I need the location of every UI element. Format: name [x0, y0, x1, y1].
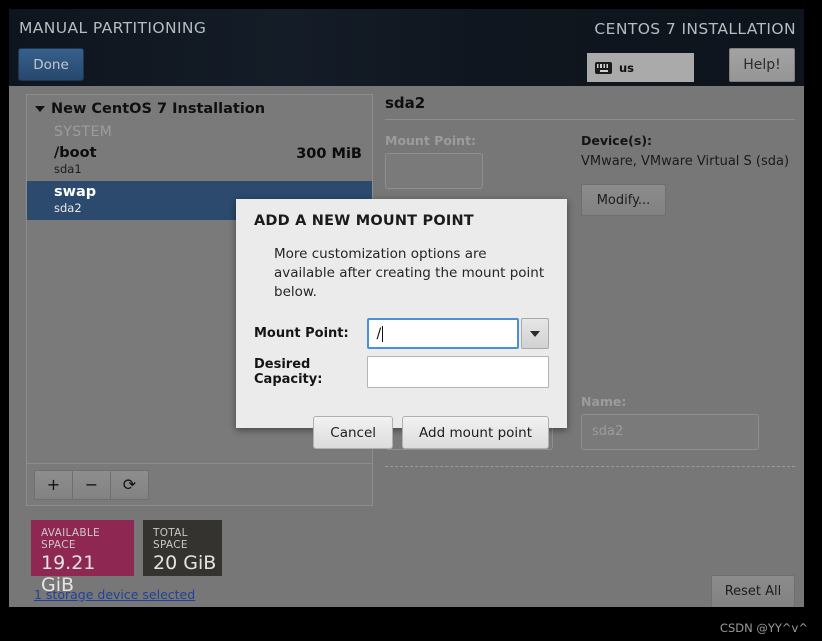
partition-toolbar: + − ⟳ — [26, 464, 373, 506]
mount-point-input-value: / — [376, 325, 382, 342]
keyboard-icon — [595, 61, 612, 74]
installer-window: MANUAL PARTITIONING CENTOS 7 INSTALLATIO… — [9, 9, 804, 607]
keyboard-layout-indicator[interactable]: us — [587, 53, 694, 82]
divider — [385, 466, 795, 467]
installer-title: CENTOS 7 INSTALLATION — [594, 20, 796, 38]
detail-mount-point-field[interactable] — [385, 153, 483, 189]
storage-device-link[interactable]: 1 storage device selected — [34, 587, 195, 602]
add-mount-point-dialog: ADD A NEW MOUNT POINT More customization… — [236, 199, 567, 449]
help-button[interactable]: Help! — [729, 48, 795, 82]
detail-title: sda2 — [385, 94, 426, 112]
cancel-button[interactable]: Cancel — [313, 416, 394, 449]
refresh-icon[interactable]: ⟳ — [110, 469, 149, 500]
dialog-capacity-label: Desired Capacity: — [254, 357, 323, 387]
partition-size: 300 MiB — [296, 146, 362, 162]
reset-all-button[interactable]: Reset All — [711, 575, 795, 607]
modify-button[interactable]: Modify... — [581, 184, 666, 216]
chevron-down-icon — [529, 330, 540, 337]
chevron-down-icon — [35, 106, 45, 112]
add-mount-point-button[interactable]: Add mount point — [402, 416, 549, 449]
detail-name-label: Name: — [581, 394, 627, 409]
total-space-box: TOTAL SPACE 20 GiB — [143, 520, 222, 576]
list-item[interactable]: /boot sda1 300 MiB — [27, 142, 372, 181]
partition-group-label: New CentOS 7 Installation — [51, 101, 266, 117]
available-space-caption: AVAILABLE SPACE — [41, 527, 100, 551]
storage-summary: AVAILABLE SPACE 19.21 GiB TOTAL SPACE 20… — [31, 520, 222, 596]
detail-mount-point-label: Mount Point: — [385, 133, 477, 148]
keyboard-layout-label: us — [619, 60, 635, 75]
divider — [385, 119, 795, 120]
partition-mountpoint: swap — [54, 184, 97, 200]
watermark: CSDN @YY^v^ — [719, 621, 808, 635]
dialog-title: ADD A NEW MOUNT POINT — [254, 213, 474, 229]
dialog-subtitle: More customization options are available… — [274, 246, 545, 300]
mount-point-dropdown-button[interactable] — [520, 318, 549, 349]
mount-point-input[interactable]: / — [367, 318, 519, 349]
total-space-caption: TOTAL SPACE — [153, 527, 188, 551]
text-caret — [382, 325, 384, 342]
total-space-value: 20 GiB — [153, 552, 217, 574]
remove-partition-button[interactable]: − — [72, 469, 111, 500]
available-space-box: AVAILABLE SPACE 19.21 GiB — [31, 520, 134, 596]
dialog-mount-point-label: Mount Point: — [254, 326, 349, 341]
detail-name-field[interactable]: sda2 — [581, 414, 759, 450]
done-button[interactable]: Done — [18, 48, 84, 81]
desired-capacity-input[interactable] — [367, 356, 549, 388]
page-title: MANUAL PARTITIONING — [19, 19, 207, 37]
partition-group-header[interactable]: New CentOS 7 Installation — [27, 95, 372, 122]
detail-devices-label: Device(s): — [581, 133, 653, 148]
add-partition-button[interactable]: + — [34, 469, 73, 500]
detail-devices-value: VMware, VMware Virtual S (sda) — [581, 154, 790, 169]
app-header: MANUAL PARTITIONING CENTOS 7 INSTALLATIO… — [9, 9, 804, 86]
partition-device: sda1 — [54, 162, 82, 176]
partition-section-label: SYSTEM — [54, 124, 113, 140]
